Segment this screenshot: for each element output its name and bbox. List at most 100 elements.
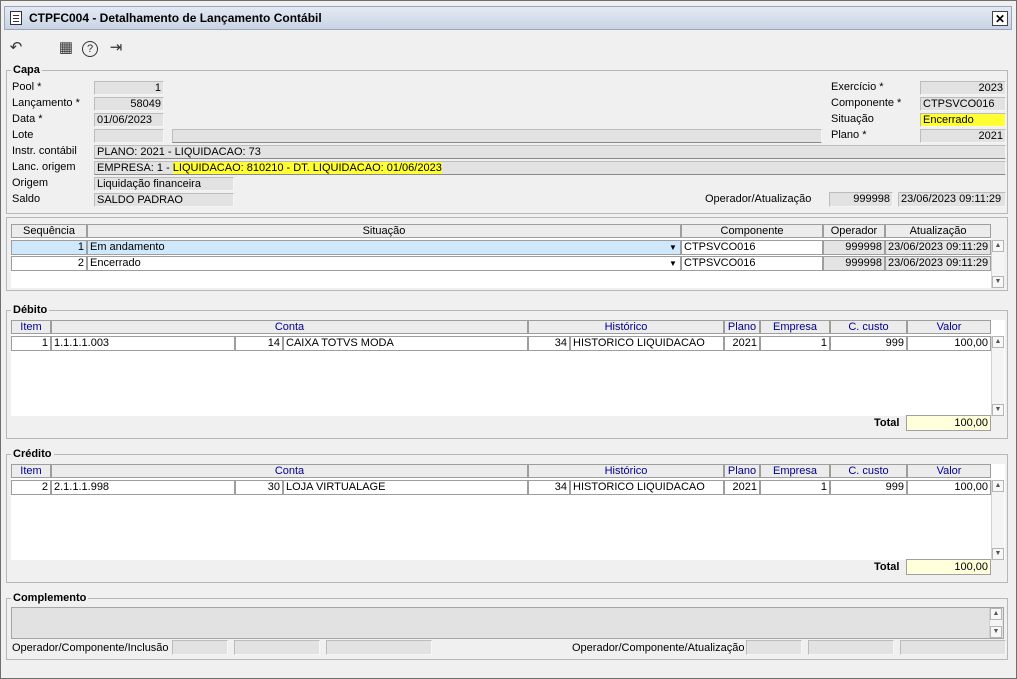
debito-row-empresa[interactable]: 1: [760, 336, 830, 351]
componente-label: Componente *: [831, 97, 902, 109]
debito-row-valor[interactable]: 100,00: [907, 336, 991, 351]
inclusao-operador-field[interactable]: [172, 640, 228, 655]
exercicio-field[interactable]: 2023: [920, 81, 1006, 95]
credito-row-conta[interactable]: 2.1.1.1.998: [51, 480, 235, 495]
situacao-row-1-operador[interactable]: 999998: [823, 240, 885, 255]
atualizacao-operador-field[interactable]: [746, 640, 802, 655]
situacao-field[interactable]: Encerrado: [920, 113, 1006, 127]
debito-col-empresa[interactable]: Empresa: [760, 320, 830, 334]
situacao-row-2-situacao[interactable]: Encerrado ▼: [87, 256, 681, 271]
atualizacao-field[interactable]: 23/06/2023 09:11:29: [898, 192, 1006, 207]
scroll-up-icon[interactable]: ▲: [992, 240, 1004, 252]
plano-label: Plano *: [831, 129, 867, 141]
credito-col-historico[interactable]: Histórico: [528, 464, 724, 478]
debito-row-hist-desc[interactable]: HISTORICO LIQUIDACAO: [570, 336, 724, 351]
debito-row-item[interactable]: 1: [11, 336, 51, 351]
dropdown-arrow-icon[interactable]: ▼: [667, 242, 679, 253]
credito-row-hist-num[interactable]: 34: [528, 480, 570, 495]
scroll-down-icon[interactable]: ▼: [990, 626, 1002, 638]
credito-row-hist-desc[interactable]: HISTORICO LIQUIDACAO: [570, 480, 724, 495]
origem-field[interactable]: Liquidação financeira: [94, 177, 234, 191]
credito-col-plano[interactable]: Plano: [724, 464, 760, 478]
debito-col-ccusto[interactable]: C. custo: [830, 320, 907, 334]
pool-field[interactable]: 1: [94, 81, 164, 95]
situacao-row-2-componente[interactable]: CTPSVCO016: [681, 256, 823, 271]
debito-scrollbar[interactable]: ▲ ▼: [991, 336, 1004, 416]
debito-col-conta[interactable]: Conta: [51, 320, 528, 334]
lanc-origem-highlight: LIQUIDACAO: 810210 - DT. LIQUIDACAO: 01/…: [172, 162, 442, 174]
col-componente[interactable]: Componente: [681, 224, 823, 238]
debito-row-conta-desc[interactable]: CAIXA TOTVS MODA: [283, 336, 528, 351]
lote-description-field[interactable]: [172, 129, 822, 143]
plano-field[interactable]: 2021: [920, 129, 1006, 143]
undo-icon[interactable]: ↶: [7, 39, 25, 57]
situacao-row-1-seq[interactable]: 1: [11, 240, 87, 255]
scroll-up-icon[interactable]: ▲: [992, 336, 1004, 348]
atualizacao-componente-field[interactable]: [808, 640, 894, 655]
credito-col-ccusto[interactable]: C. custo: [830, 464, 907, 478]
credito-col-conta[interactable]: Conta: [51, 464, 528, 478]
credito-row-empresa[interactable]: 1: [760, 480, 830, 495]
situacao-row-2-operador[interactable]: 999998: [823, 256, 885, 271]
credito-col-valor[interactable]: Valor: [907, 464, 991, 478]
saldo-field[interactable]: SALDO PADRAO: [94, 193, 234, 207]
credito-row-item[interactable]: 2: [11, 480, 51, 495]
pool-label: Pool *: [12, 81, 42, 93]
debito-col-valor[interactable]: Valor: [907, 320, 991, 334]
col-operador[interactable]: Operador: [823, 224, 885, 238]
lancamento-field[interactable]: 58049: [94, 97, 164, 111]
situacoes-scrollbar[interactable]: ▲ ▼: [991, 240, 1004, 288]
data-field[interactable]: 01/06/2023: [94, 113, 164, 127]
situacao-row-1-situacao[interactable]: Em andamento ▼: [87, 240, 681, 255]
inclusao-componente-field[interactable]: [234, 640, 320, 655]
dropdown-arrow-icon[interactable]: ▼: [667, 258, 679, 269]
debito-row-conta-num[interactable]: 14: [235, 336, 283, 351]
credito-total-field[interactable]: 100,00: [906, 559, 991, 575]
calendar-icon[interactable]: ▦: [57, 39, 75, 57]
scroll-down-icon[interactable]: ▼: [992, 548, 1004, 560]
componente-field[interactable]: CTPSVCO016: [920, 97, 1006, 111]
credito-row-conta-desc[interactable]: LOJA VIRTUALAGE: [283, 480, 528, 495]
capa-legend: Capa: [13, 64, 40, 76]
col-atualizacao[interactable]: Atualização: [885, 224, 991, 238]
complemento-textarea[interactable]: [11, 607, 1004, 639]
scroll-up-icon[interactable]: ▲: [990, 608, 1002, 620]
debito-col-historico[interactable]: Histórico: [528, 320, 724, 334]
scroll-down-icon[interactable]: ▼: [992, 404, 1004, 416]
close-button[interactable]: ✕: [992, 11, 1008, 26]
operador-field[interactable]: 999998: [829, 192, 893, 207]
debito-total-field[interactable]: 100,00: [906, 415, 991, 431]
debito-row-ccusto[interactable]: 999: [830, 336, 907, 351]
help-icon[interactable]: ?: [82, 41, 98, 57]
situacao-row-1-componente[interactable]: CTPSVCO016: [681, 240, 823, 255]
credito-col-item[interactable]: Item: [11, 464, 51, 478]
debito-col-item[interactable]: Item: [11, 320, 51, 334]
credito-row-ccusto[interactable]: 999: [830, 480, 907, 495]
debito-row-conta[interactable]: 1.1.1.1.003: [51, 336, 235, 351]
debito-row-hist-num[interactable]: 34: [528, 336, 570, 351]
inclusao-data-field[interactable]: [326, 640, 432, 655]
dialog-window: CTPFC004 - Detalhamento de Lançamento Co…: [0, 0, 1017, 679]
scroll-up-icon[interactable]: ▲: [992, 480, 1004, 492]
situacao-row-2-seq[interactable]: 2: [11, 256, 87, 271]
credito-row-conta-num[interactable]: 30: [235, 480, 283, 495]
lanc-origem-field[interactable]: EMPRESA: 1 - LIQUIDACAO: 810210 - DT. LI…: [94, 161, 1006, 175]
debito-total-label: Total: [874, 417, 900, 429]
situacao-row-1-atualizacao[interactable]: 23/06/2023 09:11:29: [885, 240, 991, 255]
col-sequencia[interactable]: Sequência: [11, 224, 87, 238]
credito-col-empresa[interactable]: Empresa: [760, 464, 830, 478]
col-situacao[interactable]: Situação: [87, 224, 681, 238]
debito-col-plano[interactable]: Plano: [724, 320, 760, 334]
situacao-row-2-text: Encerrado: [90, 257, 141, 269]
instr-contabil-field[interactable]: PLANO: 2021 - LIQUIDACAO: 73: [94, 145, 1006, 159]
credito-row-valor[interactable]: 100,00: [907, 480, 991, 495]
credito-scrollbar[interactable]: ▲ ▼: [991, 480, 1004, 560]
atualizacao-data-field[interactable]: [900, 640, 1006, 655]
credito-row-plano[interactable]: 2021: [724, 480, 760, 495]
scroll-down-icon[interactable]: ▼: [992, 276, 1004, 288]
complemento-scrollbar[interactable]: ▲ ▼: [989, 608, 1002, 638]
lote-field[interactable]: [94, 129, 164, 143]
exit-icon[interactable]: ⇥: [107, 39, 125, 57]
situacao-row-2-atualizacao[interactable]: 23/06/2023 09:11:29: [885, 256, 991, 271]
debito-row-plano[interactable]: 2021: [724, 336, 760, 351]
